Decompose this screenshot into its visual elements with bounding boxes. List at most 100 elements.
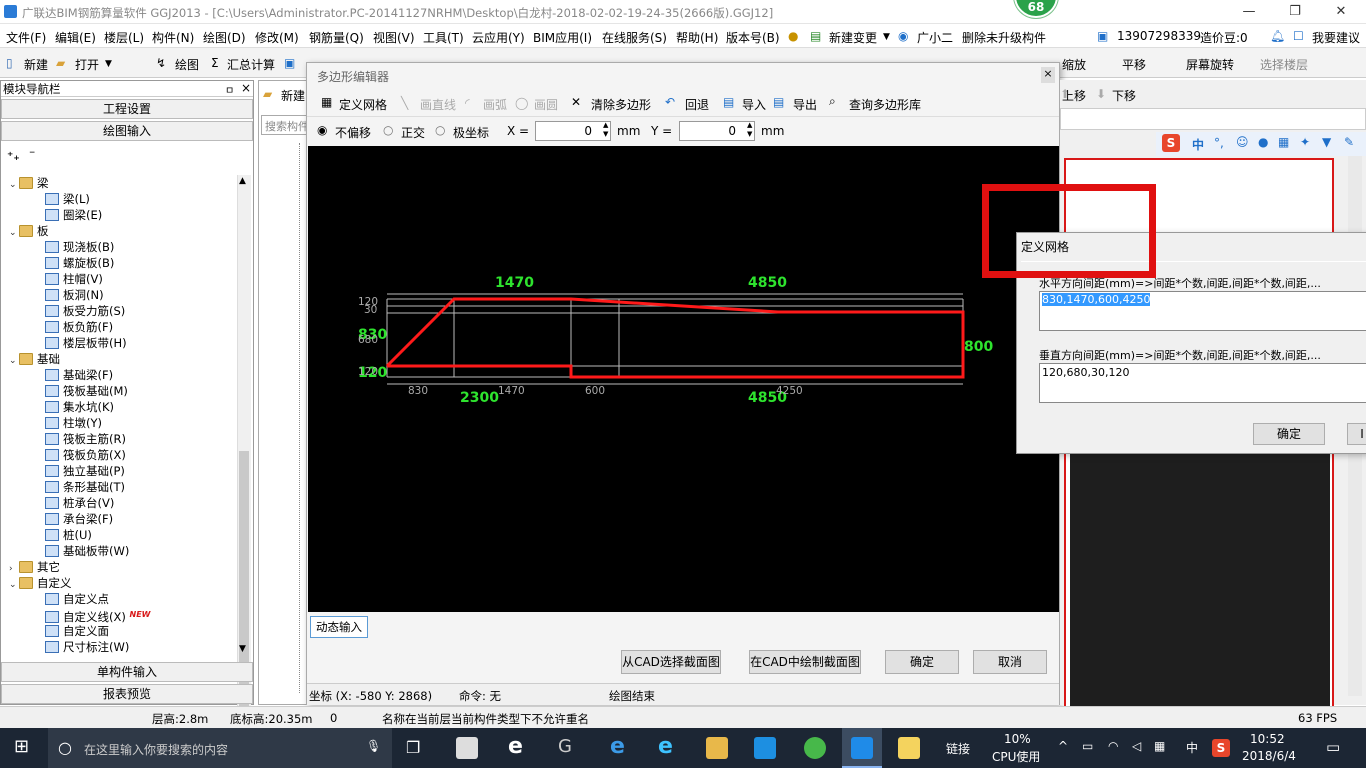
tree-item[interactable]: 桩承台(V) [45, 495, 114, 511]
tree-item[interactable]: 自定义线(X) NEW [45, 607, 151, 624]
ie-icon[interactable]: e [658, 734, 673, 759]
tree-item[interactable]: 柱墩(Y) [45, 415, 102, 431]
draw-arc-button[interactable]: 画弧 [483, 96, 507, 113]
menu-cloud[interactable]: 云应用(Y) [472, 29, 525, 46]
radio-ortho[interactable]: ○ [383, 123, 393, 137]
scroll-up-icon[interactable]: ▲ [239, 176, 246, 186]
pin-icon[interactable]: ㅁ [225, 82, 234, 97]
tree-folder[interactable]: ⌄ 板 [9, 223, 49, 239]
ime-mic-icon[interactable]: ● [1258, 135, 1268, 149]
search-component-input[interactable]: 搜索构件 [261, 115, 307, 135]
tree-item[interactable]: 楼层板带(H) [45, 335, 127, 351]
close-icon[interactable]: × [1041, 67, 1055, 83]
menu-tools[interactable]: 工具(T) [423, 29, 464, 46]
new-change-button[interactable]: 新建变更 [829, 29, 877, 46]
menu-online[interactable]: 在线服务(S) [602, 29, 667, 46]
menu-bim[interactable]: BIM应用(I) [533, 29, 592, 46]
menu-draw[interactable]: 绘图(D) [203, 29, 246, 46]
editor-cancel-button[interactable]: 取消 [973, 650, 1047, 674]
radio-polar[interactable]: ○ [435, 123, 445, 137]
pinwheel-app-icon[interactable] [456, 737, 478, 759]
editor-ok-button[interactable]: 确定 [885, 650, 959, 674]
y-input[interactable]: 0 [679, 121, 755, 141]
menu-component[interactable]: 构件(N) [152, 29, 194, 46]
screen-rotate-button[interactable]: 屏幕旋转 [1186, 56, 1234, 73]
volume-icon[interactable]: ◁ [1132, 739, 1141, 753]
clear-polygon-button[interactable]: 清除多边形 [591, 96, 651, 113]
export-button[interactable]: 导出 [793, 96, 817, 113]
tree-item[interactable]: 板负筋(F) [45, 319, 113, 335]
new-component-button[interactable]: 新建 [281, 87, 305, 104]
define-grid-button[interactable]: 定义网格 [339, 96, 387, 113]
ime-chinese-icon[interactable]: 中 [1192, 136, 1204, 153]
cloud-check-icon[interactable]: ▣ [284, 56, 295, 70]
draw-circle-button[interactable]: 画圆 [534, 96, 558, 113]
collapse-all-icon[interactable]: ⁻ [29, 147, 35, 161]
ime-keyboard-icon[interactable]: ▦ [1278, 135, 1289, 149]
tray-device-icon[interactable]: ▭ [1082, 739, 1093, 753]
menu-view[interactable]: 视图(V) [373, 29, 415, 46]
helmet-icon[interactable]: ● [788, 29, 798, 43]
select-from-cad-button[interactable]: 从CAD选择截面图 [621, 650, 721, 674]
x-spin-icon[interactable]: ▲ ▼ [603, 121, 608, 139]
swirl-app-icon[interactable]: G [558, 736, 572, 757]
open-button[interactable]: 打开 [75, 56, 99, 73]
tree-item[interactable]: 筏板负筋(X) [45, 447, 126, 463]
menu-rebar[interactable]: 钢筋量(Q) [309, 29, 364, 46]
close-icon[interactable]: × [241, 81, 251, 95]
sogou-ime-icon[interactable]: S [1162, 134, 1180, 152]
sogou-tray-icon[interactable]: S [1212, 739, 1230, 757]
task-view-icon[interactable]: ❐ [406, 738, 420, 757]
sum-calc-button[interactable]: 汇总计算 [227, 56, 275, 73]
ime-punct-icon[interactable]: °, [1214, 136, 1224, 150]
minimize-button[interactable]: — [1226, 2, 1272, 22]
notification-badge[interactable]: 68 [1014, 0, 1058, 18]
windows-start-icon[interactable]: ⊞ [14, 736, 29, 757]
guangxiaoer-button[interactable]: 广小二 [917, 29, 953, 46]
taskbar-search-input[interactable]: 在这里输入你要搜索的内容 [84, 741, 228, 758]
tree-item[interactable]: 基础梁(F) [45, 367, 113, 383]
select-floor-button[interactable]: 选择楼层 [1260, 56, 1308, 73]
tree-item[interactable]: 独立基础(P) [45, 463, 125, 479]
x-input[interactable]: 0 [535, 121, 611, 141]
zoom-button[interactable]: 缩放 [1062, 56, 1086, 73]
grid-ok-button[interactable]: 确定 [1253, 423, 1325, 445]
tree-folder[interactable]: ⌄ 自定义 [9, 575, 72, 591]
scroll-down-icon[interactable]: ▼ [239, 644, 246, 654]
tree-item[interactable]: 条形基础(T) [45, 479, 125, 495]
tree-item[interactable]: 自定义面 [45, 623, 109, 639]
chevron-down-icon[interactable]: ▼ [883, 32, 890, 42]
file-explorer-icon[interactable] [706, 737, 728, 759]
draw-line-button[interactable]: 画直线 [420, 96, 456, 113]
menu-edit[interactable]: 编辑(E) [55, 29, 96, 46]
edge-browser-icon[interactable]: e [610, 734, 625, 759]
delete-unupgraded-button[interactable]: 删除未升级构件 [962, 29, 1046, 46]
vertical-spacing-input[interactable]: 120,680,30,120 [1039, 363, 1366, 403]
radio-no-offset[interactable]: ◉ [317, 123, 327, 137]
single-component-input-button[interactable]: 单构件输入 [1, 662, 253, 682]
tree-item[interactable]: 筏板基础(M) [45, 383, 128, 399]
notification-icon[interactable]: ▭ [1326, 738, 1340, 756]
ime-emoji-icon[interactable]: ☺ [1236, 135, 1249, 149]
tree-item[interactable]: 筏板主筋(R) [45, 431, 126, 447]
ime-tools-icon[interactable]: ✦ [1300, 135, 1310, 149]
menu-version[interactable]: 版本号(B) [726, 29, 780, 46]
project-settings-button[interactable]: 工程设置 [1, 99, 253, 119]
tree-item[interactable]: 集水坑(K) [45, 399, 114, 415]
draw-in-cad-button[interactable]: 在CAD中绘制截面图 [749, 650, 861, 674]
tree-item[interactable]: 现浇板(B) [45, 239, 114, 255]
tree-folder[interactable]: › 其它 [9, 559, 60, 575]
ime-skin-icon[interactable]: ▼ [1322, 135, 1331, 149]
clock-date[interactable]: 2018/6/4 [1242, 749, 1296, 763]
clock-time[interactable]: 10:52 [1250, 732, 1285, 746]
tray-chevron-icon[interactable]: ^ [1058, 739, 1068, 753]
taskbar-search-box[interactable]: ○ 在这里输入你要搜索的内容 🎙︎ [48, 728, 392, 768]
menu-floor[interactable]: 楼层(L) [104, 29, 144, 46]
tree-item[interactable]: 承台梁(F) [45, 511, 113, 527]
right-input-field[interactable] [1060, 108, 1366, 130]
drawing-canvas[interactable]: 1470 4850 2300 4850 830 120 800 830 1470… [308, 146, 1059, 612]
query-polygon-library-button[interactable]: 查询多边形库 [849, 96, 921, 113]
active-app-tab[interactable] [842, 728, 882, 768]
tree-item[interactable]: 柱帽(V) [45, 271, 103, 287]
glodon-g-icon[interactable] [754, 737, 776, 759]
